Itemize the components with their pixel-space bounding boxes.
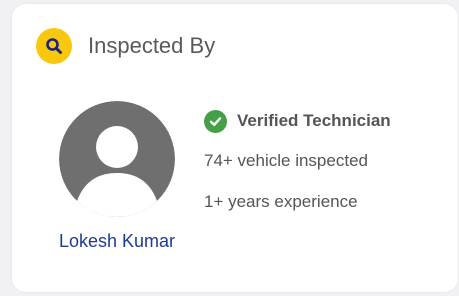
inspector-details: Verified Technician 74+ vehicle inspecte… <box>204 108 391 215</box>
vehicles-inspected-text: 74+ vehicle inspected <box>204 151 368 170</box>
card-title: Inspected By <box>88 33 216 58</box>
user-avatar-icon <box>59 101 175 217</box>
inspector-name[interactable]: Lokesh Kumar <box>22 231 212 252</box>
verified-technician-label: Verified Technician <box>237 111 391 130</box>
experience-text: 1+ years experience <box>204 192 358 211</box>
check-circle-icon <box>204 109 227 133</box>
inspected-by-card: Inspected By Lokesh Kumar Verified Techn… <box>12 4 458 292</box>
search-icon <box>36 28 72 64</box>
card-header: Inspected By <box>36 28 215 64</box>
verified-row: Verified Technician <box>204 108 391 134</box>
